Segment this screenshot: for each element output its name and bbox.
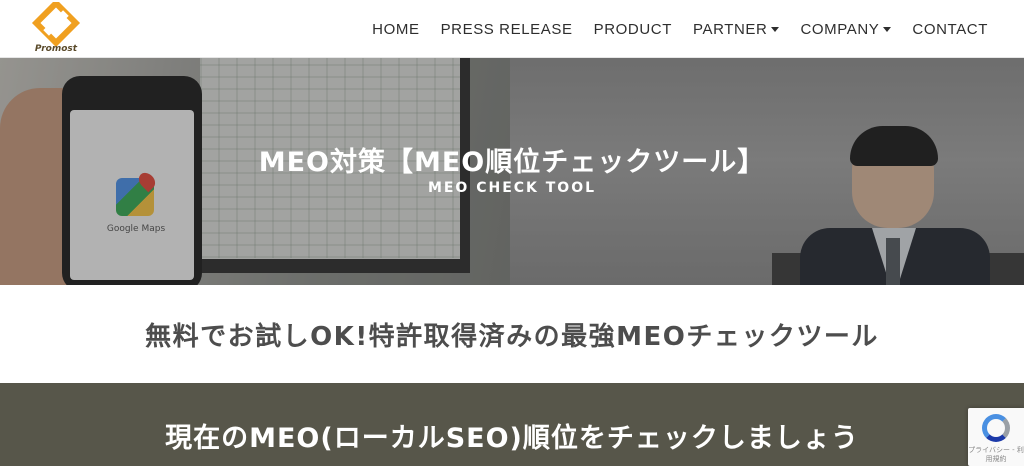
logo-wordmark: Promost <box>34 44 78 54</box>
nav-contact[interactable]: CONTACT <box>912 21 988 38</box>
nav-partner-label: PARTNER <box>692 20 768 38</box>
caret-down-icon <box>771 26 780 32</box>
promost-logo[interactable]: Promost <box>30 0 82 56</box>
tagline-section: 無料でお試しOK!特許取得済みの最強MEOチェックツール <box>0 285 1024 383</box>
nav-product-label: PRODUCT <box>593 20 672 38</box>
nav-press-release[interactable]: PRESS RELEASE <box>441 21 573 38</box>
nav-company-label: COMPANY <box>800 20 880 38</box>
recaptcha-badge[interactable]: プライバシー - 利用規約 <box>968 408 1024 466</box>
logo-mark-icon <box>31 0 81 48</box>
recaptcha-links[interactable]: プライバシー - 利用規約 <box>968 446 1024 464</box>
hero-subtitle: MEO CHECK TOOL <box>427 180 597 196</box>
check-section-heading: 現在のMEO(ローカルSEO)順位をチェックしましょう <box>165 423 859 454</box>
hero-title: MEO対策【MEO順位チェックツール】 <box>258 147 766 178</box>
nav-partner[interactable]: PARTNER <box>693 21 780 38</box>
tagline-text: 無料でお試しOK!特許取得済みの最強MEOチェックツール <box>145 321 879 352</box>
caret-down-icon <box>883 26 892 32</box>
nav-company[interactable]: COMPANY <box>800 20 892 38</box>
nav-home[interactable]: HOME <box>372 21 419 38</box>
recaptcha-icon <box>982 414 1010 442</box>
nav-contact-label: CONTACT <box>912 20 988 38</box>
nav-home-label: HOME <box>372 20 420 38</box>
nav-press-release-label: PRESS RELEASE <box>440 20 573 38</box>
nav-product[interactable]: PRODUCT <box>594 21 672 38</box>
site-header: Promost HOME PRESS RELEASE PRODUCT PARTN… <box>0 0 1024 58</box>
main-nav: HOME PRESS RELEASE PRODUCT PARTNER COMPA… <box>372 0 988 58</box>
